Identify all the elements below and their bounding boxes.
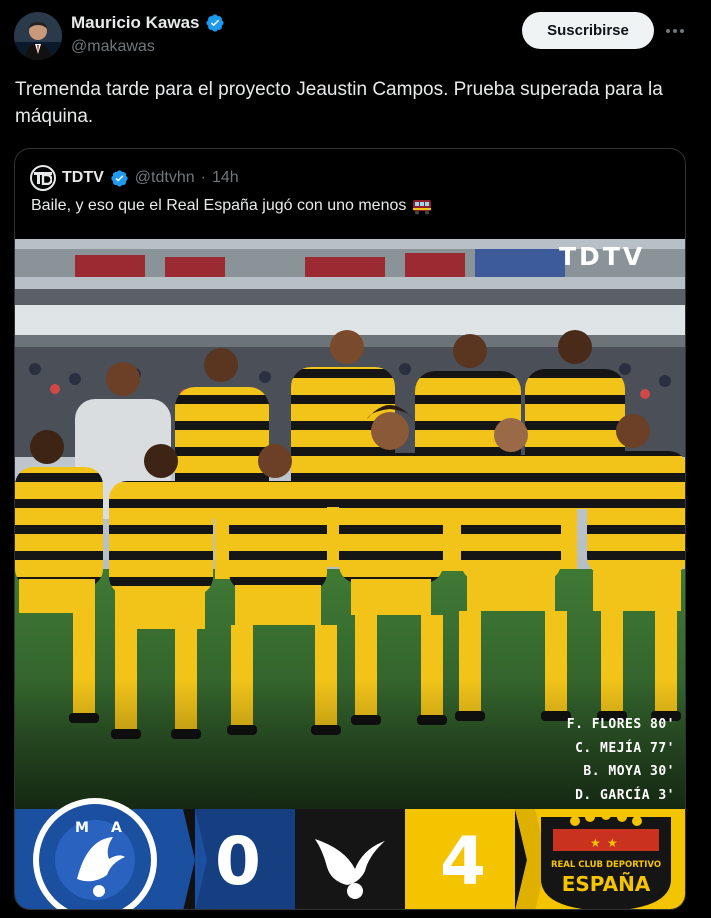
quote-author-name[interactable]: TDTV bbox=[62, 169, 104, 187]
train-icon bbox=[413, 200, 432, 215]
tweet: Mauricio Kawas @makawas Suscribirse Trem… bbox=[0, 0, 711, 918]
author-name[interactable]: Mauricio Kawas bbox=[71, 13, 225, 33]
svg-text:★: ★ bbox=[590, 836, 601, 850]
quote-text-row: Baile, y eso que el Real España jugó con… bbox=[31, 197, 432, 215]
quote-text: Baile, y eso que el Real España jugó con… bbox=[31, 197, 407, 214]
separator-dot: · bbox=[200, 169, 206, 186]
verified-badge-icon bbox=[111, 169, 128, 187]
author-name-text[interactable]: Mauricio Kawas bbox=[71, 13, 200, 33]
author-handle[interactable]: @makawas bbox=[71, 38, 155, 56]
svg-text:A: A bbox=[111, 820, 122, 836]
team-photo-illustration: M A ★ ★ bbox=[15, 239, 685, 909]
away-team-crest: ★ ★ bbox=[541, 810, 671, 909]
post-text: Tremenda tarde para el proyecto Jeaustin… bbox=[15, 79, 663, 127]
subscribe-button[interactable]: Suscribirse bbox=[522, 12, 654, 49]
more-options-icon[interactable] bbox=[664, 20, 686, 42]
scorer-line: C. MEJÍA 77' bbox=[575, 740, 675, 756]
svg-text:M: M bbox=[75, 820, 89, 836]
team-photo[interactable]: M A ★ ★ TDTV F. FLORES 80' C. MEJÍA 77' … bbox=[15, 239, 685, 909]
quote-timestamp[interactable]: 14h bbox=[212, 169, 239, 187]
scorer-line: D. GARCÍA 3' bbox=[575, 787, 675, 803]
quote-header: TDTV @tdtvhn · 14h bbox=[30, 165, 239, 191]
verified-badge-icon bbox=[205, 14, 224, 32]
quote-author-handle[interactable]: @tdtvhn bbox=[135, 169, 195, 187]
svg-text:★: ★ bbox=[607, 836, 618, 850]
tdtv-avatar[interactable] bbox=[30, 165, 56, 191]
goal-scorers-list: F. FLORES 80' C. MEJÍA 77' B. MOYA 30' D… bbox=[567, 713, 675, 807]
scorer-line: B. MOYA 30' bbox=[583, 764, 675, 779]
quoted-post[interactable]: TDTV @tdtvhn · 14h Baile, y eso que el R… bbox=[14, 148, 686, 910]
scorer-line: F. FLORES 80' bbox=[566, 717, 675, 732]
watermark-text: TDTV bbox=[559, 243, 645, 269]
author-avatar[interactable] bbox=[14, 12, 62, 60]
scoreboard: M A ★ ★ bbox=[15, 798, 685, 909]
tdtv-watermark: TDTV bbox=[557, 242, 681, 274]
